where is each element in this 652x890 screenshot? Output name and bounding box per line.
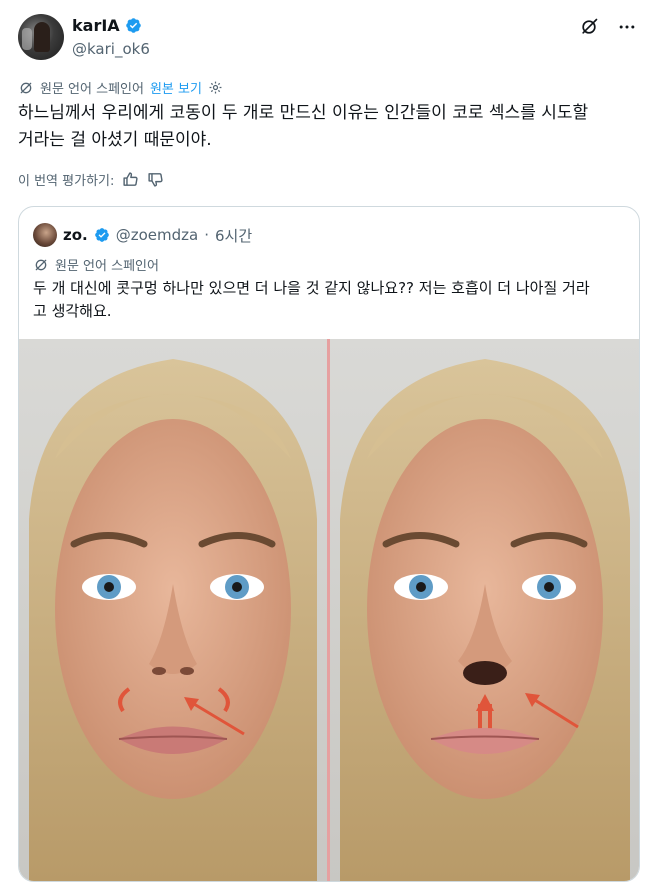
quoted-post-time[interactable]: 6시간 <box>215 225 252 246</box>
post-text-line: 하느님께서 우리에게 코동이 두 개로 만드신 이유는 인간들이 코로 섹스를 … <box>18 103 589 123</box>
thumbs-down-icon[interactable] <box>147 171 164 188</box>
rate-translation-label: 이 번역 평가하기: <box>18 174 115 189</box>
post-text-line: 거라는 걸 아셨기 때문이야. <box>18 130 212 150</box>
quoted-author-handle[interactable]: @zoemdza <box>116 226 198 244</box>
translate-icon <box>20 82 32 93</box>
settings-gear-icon[interactable] <box>208 80 223 95</box>
post-text: 하느님께서 우리에게 코동이 두 개로 만드신 이유는 인간들이 코로 섹스를 … <box>18 100 638 154</box>
quoted-translation-row: 원문 언어 스페인어 <box>33 255 159 274</box>
more-icon[interactable] <box>616 16 638 38</box>
face-panel-left <box>19 339 327 881</box>
verified-badge-icon <box>125 18 141 33</box>
show-original-link[interactable]: 원본 보기 <box>150 78 202 97</box>
grok-icon[interactable] <box>578 16 600 38</box>
quoted-author-avatar[interactable] <box>33 223 57 247</box>
author-name-row: karIA <box>72 16 142 35</box>
post-header: karIA @kari_ok6 <box>18 14 638 64</box>
translate-icon <box>35 259 47 270</box>
thumbs-up-icon[interactable] <box>122 171 139 188</box>
header-actions <box>578 16 638 38</box>
quoted-post-text: 두 개 대신에 콧구멍 하나만 있으면 더 나을 것 같지 않나요?? 저는 호… <box>33 277 629 323</box>
panel-divider <box>327 339 330 881</box>
comparison-image[interactable] <box>19 339 640 882</box>
quoted-translation-label: 원문 언어 스페인어 <box>55 259 159 274</box>
meta-separator: · <box>204 226 209 244</box>
quoted-post-header: zo. @zoemdza · 6시간 <box>33 223 252 247</box>
author-display-name[interactable]: karIA <box>72 16 120 35</box>
quoted-text-line: 고 생각해요. <box>33 302 112 320</box>
author-avatar[interactable] <box>18 14 64 60</box>
rate-translation-row: 이 번역 평가하기: <box>18 170 164 189</box>
verified-badge-icon <box>94 228 109 242</box>
translation-label: 원문 언어 스페인어 <box>40 82 144 97</box>
translation-row: 원문 언어 스페인어 원본 보기 <box>18 78 223 97</box>
face-panel-right <box>330 339 639 881</box>
quoted-post[interactable]: zo. @zoemdza · 6시간 원문 언어 스페인어 두 개 대신에 콧구… <box>18 206 640 882</box>
quoted-text-line: 두 개 대신에 콧구멍 하나만 있으면 더 나을 것 같지 않나요?? 저는 호… <box>33 279 590 297</box>
author-handle[interactable]: @kari_ok6 <box>72 40 150 58</box>
quoted-author-display-name[interactable]: zo. <box>63 226 88 244</box>
